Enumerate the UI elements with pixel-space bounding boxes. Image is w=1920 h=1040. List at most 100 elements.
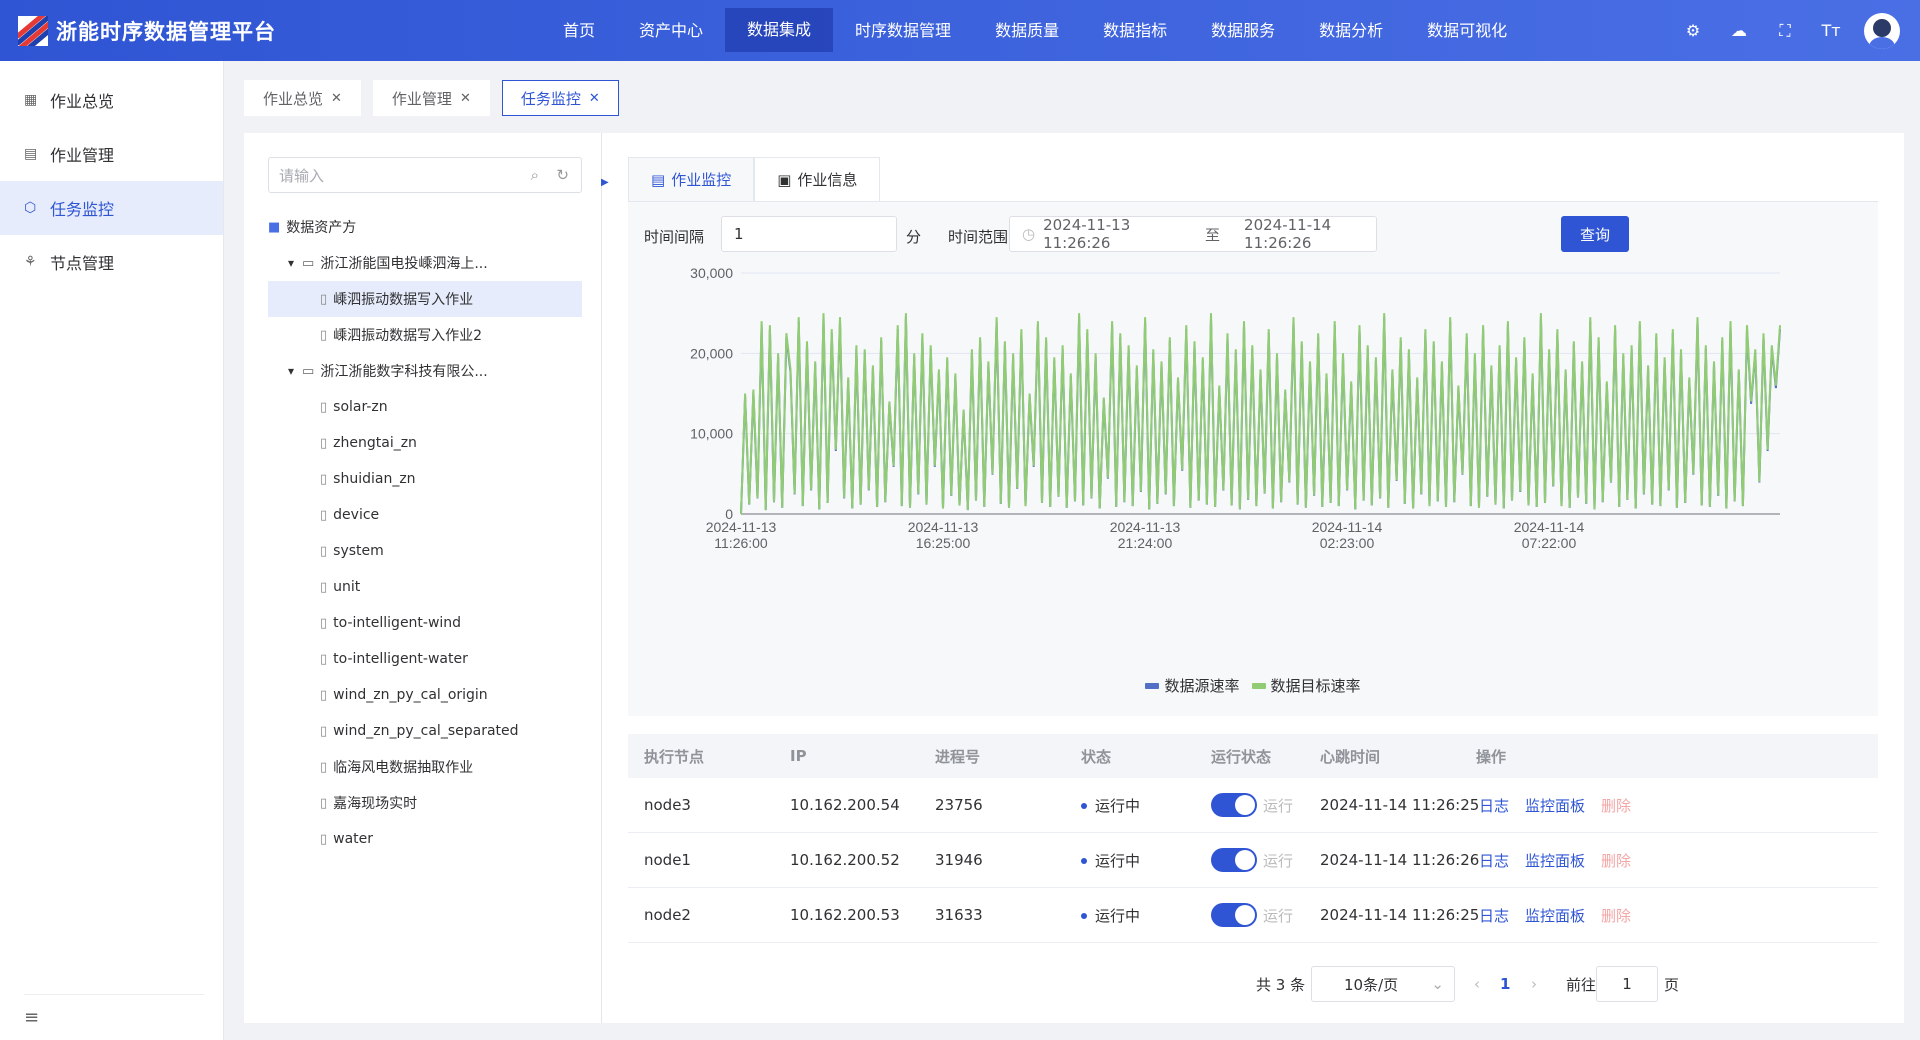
tab-task-monitor[interactable]: 任务监控 ✕ <box>501 80 619 116</box>
close-icon[interactable]: ✕ <box>589 91 600 106</box>
log-link[interactable]: 日志 <box>1479 852 1509 870</box>
sidebar-item-task-monitor[interactable]: ⬡ 任务监控 <box>0 181 223 235</box>
status-dot <box>1081 803 1087 809</box>
tree-leaf[interactable]: ▯ zhengtai_zn <box>268 425 582 461</box>
prev-page-button[interactable]: ‹ <box>1474 966 1480 1002</box>
nav-data-service[interactable]: 数据服务 <box>1189 0 1297 61</box>
interval-input[interactable]: 1 <box>721 216 897 252</box>
nav-data-visualization[interactable]: 数据可视化 <box>1405 0 1529 61</box>
tree-node-label: zhengtai_zn <box>333 435 417 451</box>
nav-data-quality[interactable]: 数据质量 <box>973 0 1081 61</box>
tree-leaf[interactable]: ▯ water <box>268 821 582 857</box>
tree-leaf[interactable]: ▯ unit <box>268 569 582 605</box>
close-icon[interactable]: ✕ <box>331 91 342 106</box>
monitor-panel-link[interactable]: 监控面板 <box>1525 907 1585 925</box>
time-range-picker[interactable]: ◷ 2024-11-13 11:26:26 至 2024-11-14 11:26… <box>1009 216 1377 252</box>
tab-job-management[interactable]: 作业管理 ✕ <box>372 80 490 116</box>
page-number-1[interactable]: 1 <box>1500 966 1510 1002</box>
monitor-panel-link[interactable]: 监控面板 <box>1525 852 1585 870</box>
tab-label: 任务监控 <box>520 89 581 108</box>
log-link[interactable]: 日志 <box>1479 907 1509 925</box>
tree-leaf[interactable]: ▯ system <box>268 533 582 569</box>
tree-leaf[interactable]: ▯ wind_zn_py_cal_separated <box>268 713 582 749</box>
run-toggle[interactable] <box>1211 848 1257 872</box>
tree-node-label: device <box>333 507 380 523</box>
rate-line-chart: 30,00020,00010,00002024-11-1311:26:00202… <box>690 265 1781 551</box>
tree-leaf[interactable]: ▯ to-intelligent-wind <box>268 605 582 641</box>
monitor-panel-link[interactable]: 监控面板 <box>1525 797 1585 815</box>
tree-leaf[interactable]: ▯ device <box>268 497 582 533</box>
tree-group[interactable]: ▾ ▭ 浙江浙能数字科技有限公... <box>268 353 582 389</box>
tree-leaf[interactable]: ▯ wind_zn_py_cal_origin <box>268 677 582 713</box>
table-row: node2 10.162.200.53 31633 运行中 运行 2024-11-14 1… <box>628 888 1878 943</box>
goto-page-input[interactable]: 1 <box>1596 966 1658 1002</box>
tree-group[interactable]: ▾ ▭ 浙江浙能国电投嵊泗海上... <box>268 245 582 281</box>
file-icon: ▯ <box>320 615 328 631</box>
delete-link[interactable]: 删除 <box>1601 797 1631 815</box>
interval-unit: 分 <box>906 228 922 246</box>
top-toolbar: ⚙ ☁ ⛶ Tт <box>1670 0 1900 61</box>
tab-job-monitor[interactable]: ▤ 作业监控 <box>628 157 755 201</box>
tree-leaf[interactable]: ▯ solar-zn <box>268 389 582 425</box>
tree-leaf[interactable]: ▯ 嵊泗振动数据写入作业 <box>268 281 582 317</box>
query-button[interactable]: 查询 <box>1561 216 1629 252</box>
interval-value: 1 <box>734 225 744 243</box>
nav-data-metrics[interactable]: 数据指标 <box>1081 0 1189 61</box>
caret-down-icon[interactable]: ▾ <box>288 364 294 378</box>
sidebar-item-job-management[interactable]: ▤ 作业管理 <box>0 127 223 181</box>
sidebar-item-node-management[interactable]: ⚘ 节点管理 <box>0 235 223 289</box>
caret-down-icon[interactable]: ▾ <box>288 256 294 270</box>
tree-node-label: 嵊泗振动数据写入作业2 <box>333 328 483 344</box>
tree-search-input[interactable]: 请输入 ⌕ ↻ <box>268 157 582 193</box>
cell-pid: 31633 <box>935 906 983 924</box>
legend-source-rate[interactable]: 数据源速率 <box>1145 675 1240 696</box>
cell-ip: 10.162.200.53 <box>790 906 900 924</box>
document-icon: ▤ <box>651 170 666 189</box>
table-row: node1 10.162.200.52 31946 运行中 运行 2024-11-14 1… <box>628 833 1878 888</box>
cell-status: 运行中 <box>1081 905 1140 926</box>
menu-collapse-icon[interactable]: ≡ <box>24 1007 39 1028</box>
sidebar-item-label: 作业总览 <box>50 92 115 111</box>
status-text: 运行中 <box>1095 906 1141 925</box>
tab-job-overview[interactable]: 作业总览 ✕ <box>244 80 361 116</box>
nav-data-integration[interactable]: 数据集成 <box>725 8 834 52</box>
cloud-icon[interactable]: ☁ <box>1716 21 1762 40</box>
search-icon[interactable]: ⌕ <box>531 166 539 184</box>
delete-link[interactable]: 删除 <box>1601 852 1631 870</box>
nav-timeseries-management[interactable]: 时序数据管理 <box>833 0 973 61</box>
fullscreen-icon[interactable]: ⛶ <box>1762 21 1808 41</box>
settings-icon[interactable]: ⚙ <box>1670 21 1716 40</box>
page-tabs: 作业总览 ✕ 作业管理 ✕ 任务监控 ✕ <box>244 80 631 116</box>
tree-leaf[interactable]: ▯ 嘉海现场实时 <box>268 785 582 821</box>
run-toggle[interactable] <box>1211 903 1257 927</box>
tree-leaf[interactable]: ▯ 嵊泗振动数据写入作业2 <box>268 317 582 353</box>
nav-data-analysis[interactable]: 数据分析 <box>1297 0 1405 61</box>
collapse-arrow-icon[interactable]: ▶ <box>601 171 613 195</box>
refresh-icon[interactable]: ↻ <box>556 166 569 184</box>
nav-asset-center[interactable]: 资产中心 <box>617 0 725 61</box>
page-size-value: 10条/页 <box>1344 975 1399 994</box>
tab-job-info[interactable]: ▣ 作业信息 <box>754 157 881 201</box>
tree-root[interactable]: ■ 数据资产方 <box>268 209 582 245</box>
cell-pid: 23756 <box>935 796 983 814</box>
page-size-select[interactable]: 10条/页 ⌄ <box>1311 966 1455 1002</box>
delete-link[interactable]: 删除 <box>1601 907 1631 925</box>
x-tick-label: 07:22:00 <box>1522 535 1577 551</box>
tree-leaf[interactable]: ▯ to-intelligent-water <box>268 641 582 677</box>
log-link[interactable]: 日志 <box>1479 797 1509 815</box>
font-size-icon[interactable]: Tт <box>1808 21 1854 40</box>
avatar[interactable] <box>1864 12 1900 49</box>
tree-leaf[interactable]: ▯ shuidian_zn <box>268 461 582 497</box>
close-icon[interactable]: ✕ <box>460 91 471 106</box>
next-page-button[interactable]: › <box>1531 966 1537 1002</box>
nav-home[interactable]: 首页 <box>541 0 617 61</box>
file-icon: ▯ <box>320 327 328 343</box>
legend-target-rate[interactable]: 数据目标速率 <box>1251 675 1361 696</box>
sidebar-footer: ≡ <box>24 994 204 1040</box>
clock-icon: ◷ <box>1022 225 1036 243</box>
run-toggle[interactable] <box>1211 793 1257 817</box>
page-unit: 页 <box>1664 975 1680 994</box>
status-text: 运行中 <box>1095 796 1141 815</box>
tree-leaf[interactable]: ▯ 临海风电数据抽取作业 <box>268 749 582 785</box>
sidebar-item-job-overview[interactable]: ▦ 作业总览 <box>0 73 223 127</box>
